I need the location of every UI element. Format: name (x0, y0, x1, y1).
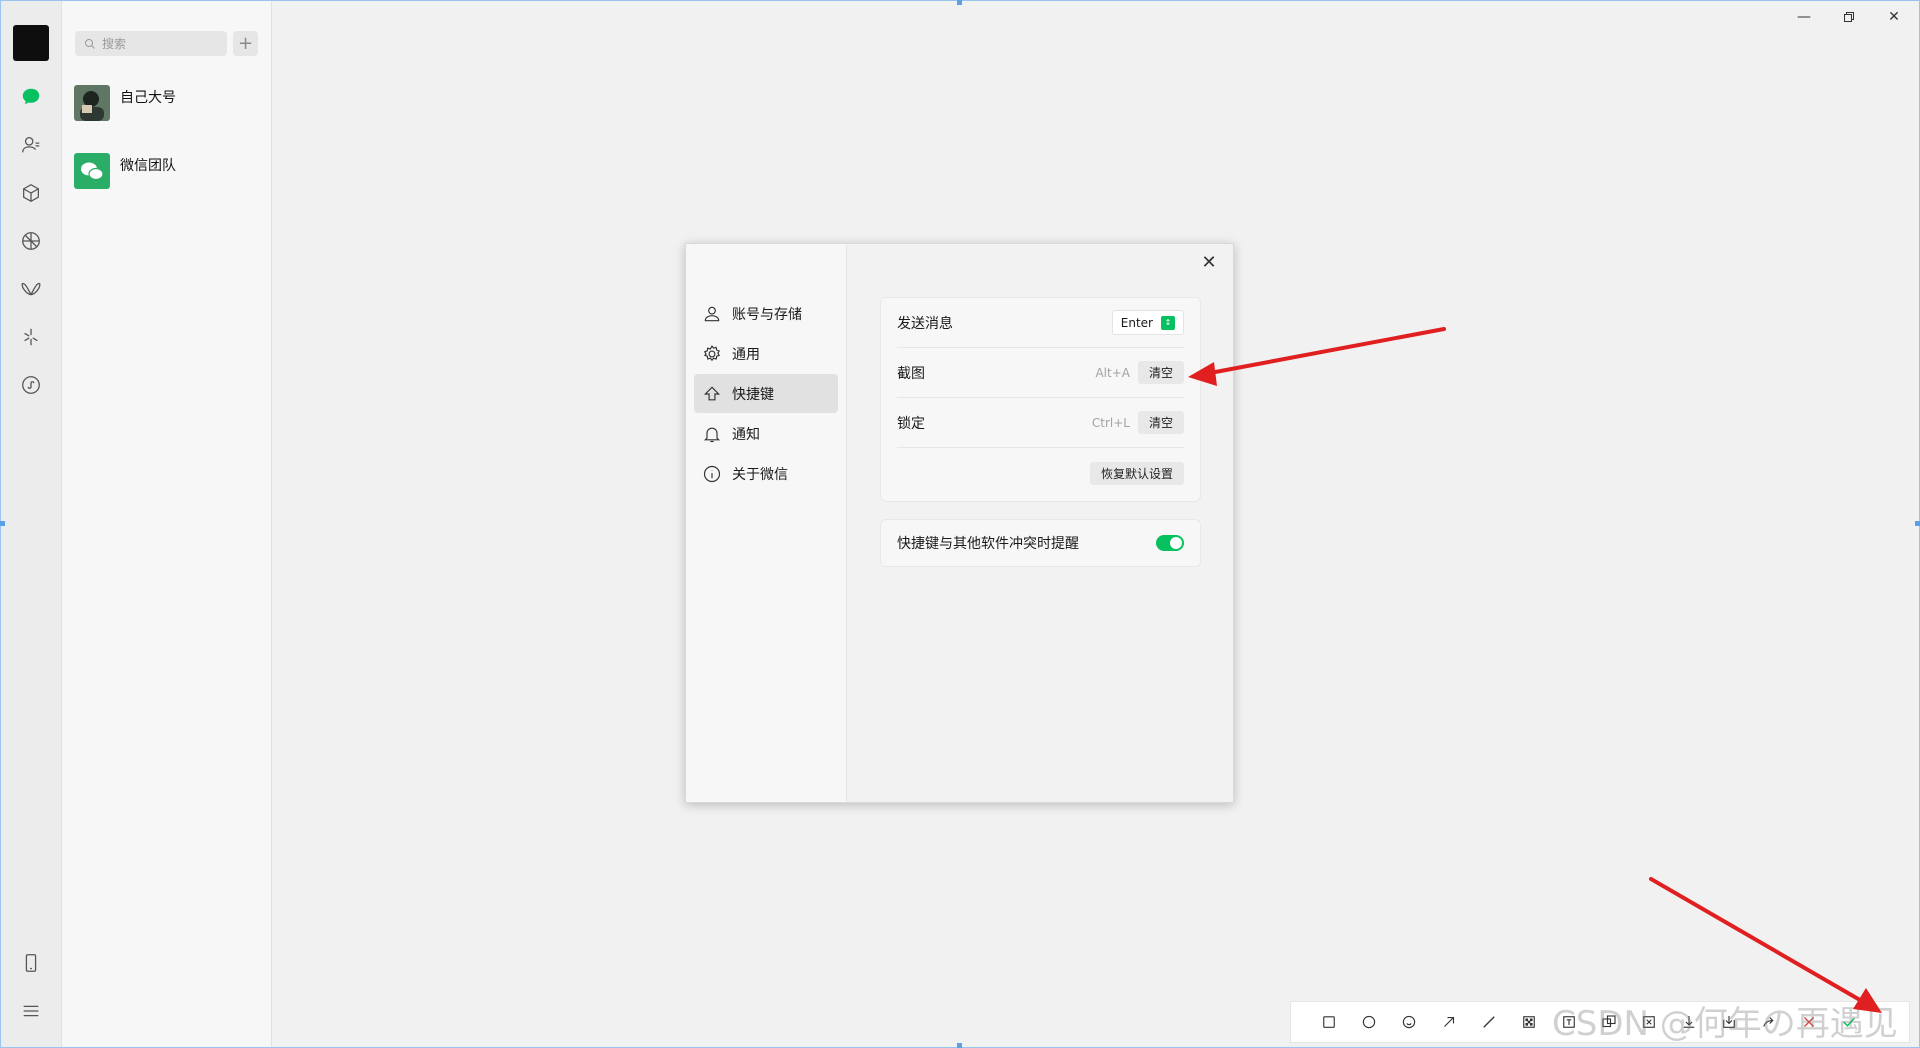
bell-icon (703, 427, 721, 442)
search-input[interactable]: 搜索 (75, 31, 227, 56)
nav-account-storage[interactable]: 账号与存储 (694, 294, 838, 333)
info-icon (703, 465, 721, 482)
dialog-close-icon[interactable]: ✕ (1199, 252, 1219, 273)
conflict-card: 快捷键与其他软件冲突时提醒 (880, 519, 1201, 567)
chat-icon[interactable] (17, 83, 45, 111)
moments-icon[interactable] (17, 227, 45, 255)
mosaic-tool-icon[interactable] (1509, 1004, 1549, 1040)
nav-about[interactable]: 关于微信 (694, 454, 838, 493)
nav-label: 通用 (732, 346, 760, 363)
avatar (74, 85, 110, 121)
arrow-tool-icon[interactable] (1429, 1004, 1469, 1040)
search-placeholder: 搜索 (102, 37, 127, 51)
nav-label: 快捷键 (732, 386, 774, 403)
close-icon[interactable]: ✕ (1884, 8, 1904, 26)
screenshot-row: 截图 Alt+A 清空 (897, 348, 1184, 398)
chat-list-panel: 搜索 + 自己大号 微信团队 (62, 0, 272, 1048)
updown-icon: ↕ (1161, 315, 1175, 330)
screenshot-label: 截图 (897, 365, 925, 382)
resize-handle[interactable] (957, 0, 962, 5)
nav-label: 账号与存储 (732, 306, 802, 323)
lock-label: 锁定 (897, 415, 925, 432)
restore-icon[interactable] (1839, 8, 1859, 26)
contacts-icon[interactable] (17, 131, 45, 159)
chat-item[interactable]: 微信团队 (62, 153, 272, 217)
nav-label: 关于微信 (732, 466, 788, 483)
restore-row: 恢复默认设置 (897, 448, 1184, 498)
rectangle-tool-icon[interactable] (1309, 1004, 1349, 1040)
watermark: CSDN @何年の再遇见 (1552, 1004, 1898, 1044)
lock-key: Ctrl+L (1091, 415, 1130, 430)
shortcut-up-icon (703, 386, 721, 400)
add-button[interactable]: + (233, 31, 258, 56)
resize-handle[interactable] (957, 1043, 962, 1048)
screenshot-key: Alt+A (1095, 365, 1130, 380)
nav-shortcuts[interactable]: 快捷键 (694, 374, 838, 413)
conflict-toggle[interactable] (1156, 535, 1184, 551)
gear-icon (703, 344, 721, 361)
channels-icon[interactable] (17, 275, 45, 303)
favorites-icon[interactable] (17, 179, 45, 207)
nav-rail (0, 0, 62, 1048)
send-message-row: 发送消息 Enter ↕ (897, 298, 1184, 348)
shortcuts-card: 发送消息 Enter ↕ 截图 Alt+A 清空 锁定 Ctrl+L 清空 恢复… (880, 297, 1201, 502)
clear-screenshot-button[interactable]: 清空 (1137, 361, 1184, 384)
resize-handle[interactable] (1915, 521, 1920, 526)
pen-tool-icon[interactable] (1469, 1004, 1509, 1040)
minimize-icon[interactable]: — (1794, 8, 1814, 26)
menu-icon[interactable] (17, 997, 45, 1025)
emoji-tool-icon[interactable] (1389, 1004, 1429, 1040)
clear-lock-button[interactable]: 清空 (1137, 411, 1184, 434)
wechat-team-avatar (74, 153, 110, 189)
chat-name: 自己大号 (120, 90, 176, 106)
chat-name: 微信团队 (120, 158, 176, 174)
discover-icon[interactable] (17, 323, 45, 351)
conflict-row: 快捷键与其他软件冲突时提醒 (897, 520, 1184, 566)
send-key-value: Enter (1120, 315, 1153, 330)
restore-defaults-button[interactable]: 恢复默认设置 (1089, 461, 1184, 485)
mini-programs-icon[interactable] (17, 371, 45, 399)
nav-notifications[interactable]: 通知 (694, 414, 838, 453)
phone-icon[interactable] (17, 949, 45, 977)
resize-handle[interactable] (0, 521, 5, 526)
conflict-label: 快捷键与其他软件冲突时提醒 (897, 536, 1079, 552)
user-avatar[interactable] (13, 25, 49, 61)
user-icon (704, 306, 720, 321)
send-message-label: 发送消息 (897, 315, 953, 332)
settings-sidebar: 账号与存储 通用 快捷键 通知 关于微信 (686, 244, 847, 802)
lock-row: 锁定 Ctrl+L 清空 (897, 398, 1184, 448)
search-icon (85, 38, 95, 49)
ellipse-tool-icon[interactable] (1349, 1004, 1389, 1040)
send-key-select[interactable]: Enter ↕ (1111, 310, 1184, 335)
nav-label: 通知 (732, 426, 760, 443)
nav-general[interactable]: 通用 (694, 334, 838, 373)
settings-dialog: 账号与存储 通用 快捷键 通知 关于微信 ✕ 发送消息 Enter ↕ 截图 A… (685, 243, 1234, 803)
chat-item[interactable]: 自己大号 (62, 85, 272, 149)
